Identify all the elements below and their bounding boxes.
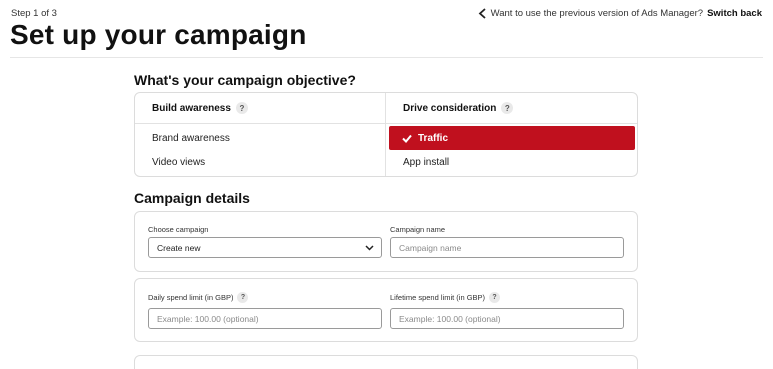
objective-option-traffic-selected[interactable]: Traffic <box>389 126 635 150</box>
daily-spend-limit-label-row: Daily spend limit (in GBP) ? <box>148 292 249 303</box>
switch-back-prompt: Want to use the previous version of Ads … <box>490 8 704 19</box>
help-icon[interactable]: ? <box>501 102 514 114</box>
campaign-card: Choose campaign Create new Campaign name… <box>134 211 638 272</box>
objective-option-label: Traffic <box>418 132 449 144</box>
details-section-title: Campaign details <box>134 190 250 206</box>
help-icon[interactable]: ? <box>237 292 249 303</box>
page-title: Set up your campaign <box>10 19 307 50</box>
objective-column-label: Build awareness <box>152 102 231 114</box>
objective-column-awareness: Build awareness ? Brand awareness Video … <box>135 93 386 176</box>
lifetime-spend-limit-label-row: Lifetime spend limit (in GBP) ? <box>390 292 501 303</box>
checkmark-icon <box>402 134 412 143</box>
objective-column-consideration: Drive consideration ? Traffic App instal… <box>386 93 637 176</box>
help-icon[interactable]: ? <box>235 102 248 114</box>
choose-campaign-value: Create new <box>157 242 201 253</box>
objective-column-label: Drive consideration <box>403 102 497 114</box>
help-icon[interactable]: ? <box>489 292 501 303</box>
choose-campaign-label: Choose campaign <box>148 225 209 234</box>
spend-limit-card: Daily spend limit (in GBP) ? Example: 10… <box>134 278 638 342</box>
campaign-name-label: Campaign name <box>390 225 446 234</box>
daily-spend-limit-input[interactable]: Example: 100.00 (optional) <box>148 308 382 329</box>
chevron-down-icon <box>365 244 374 251</box>
lifetime-spend-limit-label: Lifetime spend limit (in GBP) <box>390 293 486 302</box>
step-indicator: Step 1 of 3 <box>11 8 57 19</box>
header-divider <box>10 57 763 58</box>
objective-column-header: Drive consideration ? <box>386 93 637 124</box>
lifetime-spend-limit-input[interactable]: Example: 100.00 (optional) <box>390 308 624 329</box>
objective-card: Build awareness ? Brand awareness Video … <box>134 92 638 177</box>
daily-spend-limit-label: Daily spend limit (in GBP) <box>148 293 234 302</box>
chevron-left-icon[interactable] <box>478 8 487 19</box>
objective-option-brand-awareness[interactable]: Brand awareness <box>152 133 230 144</box>
switch-back-link[interactable]: Switch back <box>707 8 762 19</box>
next-card-partial <box>134 355 638 369</box>
objective-option-app-install[interactable]: App install <box>403 157 449 168</box>
switch-back-bar: Want to use the previous version of Ads … <box>478 8 762 19</box>
objective-column-header: Build awareness ? <box>135 93 385 124</box>
objective-section-title: What's your campaign objective? <box>134 72 356 88</box>
choose-campaign-select[interactable]: Create new <box>148 237 382 258</box>
campaign-name-input[interactable]: Campaign name <box>390 237 624 258</box>
objective-option-video-views[interactable]: Video views <box>152 157 205 168</box>
